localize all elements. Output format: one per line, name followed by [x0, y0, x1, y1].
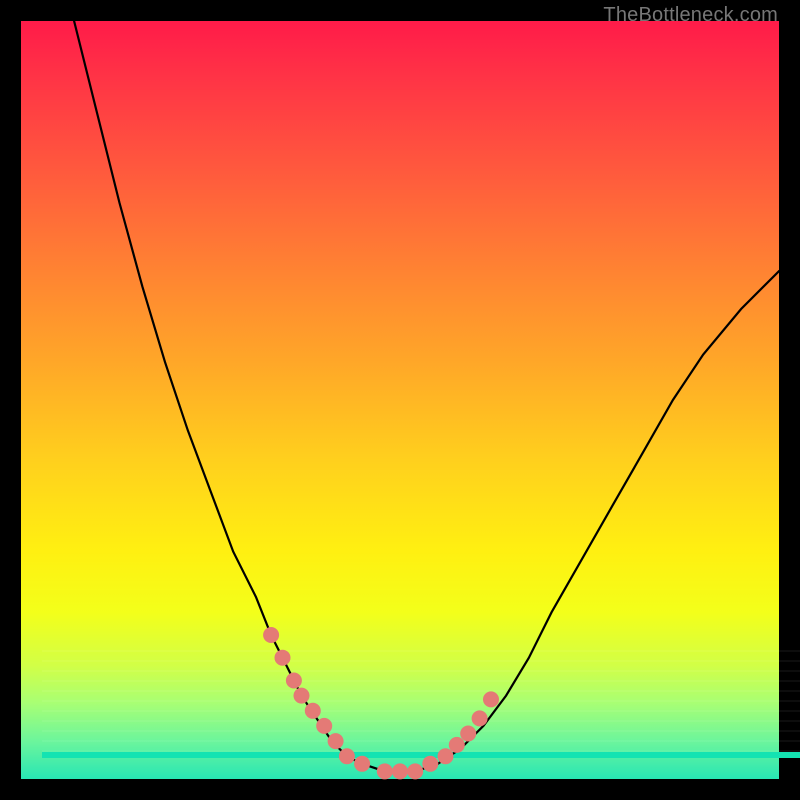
highlight-dot — [449, 737, 465, 753]
chart-frame: TheBottleneck.com — [0, 0, 800, 800]
highlight-dots-group — [263, 627, 499, 779]
highlight-dot — [438, 748, 454, 764]
highlight-dot — [328, 733, 344, 749]
chart-svg — [21, 21, 779, 779]
highlight-dot — [305, 703, 321, 719]
highlight-dot — [286, 673, 302, 689]
highlight-dot — [316, 718, 332, 734]
highlight-dot — [460, 726, 476, 742]
attribution-label: TheBottleneck.com — [603, 4, 778, 27]
highlight-dot — [354, 756, 370, 772]
highlight-dot — [422, 756, 438, 772]
highlight-dot — [294, 688, 310, 704]
highlight-dot — [339, 748, 355, 764]
bottleneck-curve — [74, 21, 779, 771]
highlight-dot — [483, 691, 499, 707]
highlight-dot — [392, 763, 408, 779]
highlight-dot — [263, 627, 279, 643]
plot-area — [21, 21, 779, 779]
highlight-dot — [377, 763, 393, 779]
highlight-dot — [275, 650, 291, 666]
highlight-dot — [472, 710, 488, 726]
highlight-dot — [407, 763, 423, 779]
